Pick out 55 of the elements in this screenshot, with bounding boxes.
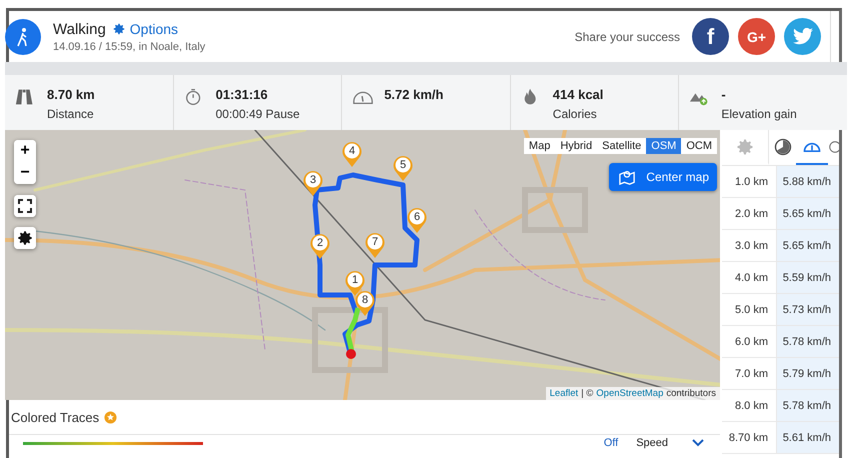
chevron-down-icon <box>692 439 704 447</box>
share-label: Share your success <box>574 30 680 44</box>
options-link[interactable]: Options <box>112 21 178 37</box>
split-speed: 5.78 km/h <box>777 390 839 421</box>
facebook-share-button[interactable]: f <box>692 18 729 55</box>
stat-value: 8.70 km <box>47 87 95 102</box>
center-map-button[interactable]: Center map <box>609 163 717 191</box>
fullscreen-icon <box>18 199 32 213</box>
off-toggle[interactable]: Off <box>604 437 618 449</box>
route-marker[interactable]: 2 <box>310 233 330 259</box>
stat-label: Calories <box>552 107 598 121</box>
stat-value: 01:31:16 <box>216 87 269 102</box>
attribution-text: contributors <box>666 388 716 399</box>
split-speed: 5.61 km/h <box>777 422 839 453</box>
pace-icon <box>772 136 792 156</box>
fullscreen-button[interactable] <box>14 195 36 217</box>
settings-icon <box>16 229 34 247</box>
stat-label: 00:00:49 Pause <box>216 107 300 121</box>
leaflet-link[interactable]: Leaflet <box>550 388 578 399</box>
split-speed: 5.88 km/h <box>777 166 839 197</box>
split-speed: 5.79 km/h <box>777 358 839 389</box>
split-speed: 5.65 km/h <box>777 230 839 261</box>
zoom-out-button[interactable]: − <box>14 162 36 184</box>
activity-date-location: 14.09.16 / 15:59, in Noale, Italy <box>53 40 206 52</box>
route-marker[interactable]: 1 <box>345 270 365 296</box>
stat-value: 5.72 km/h <box>384 87 444 102</box>
twitter-share-button[interactable] <box>784 18 821 55</box>
openstreetmap-link[interactable]: OpenStreetMap <box>596 388 664 399</box>
route-marker[interactable]: 6 <box>407 207 427 233</box>
activity-title: Walking <box>53 20 106 38</box>
stat-value: 414 kcal <box>552 87 604 102</box>
split-speed: 5.78 km/h <box>777 326 839 357</box>
start-point <box>346 349 356 359</box>
route-marker[interactable]: 4 <box>342 141 362 167</box>
settings-button[interactable] <box>14 227 36 249</box>
split-speed: 5.59 km/h <box>777 262 839 293</box>
gear-icon <box>112 22 126 36</box>
settings-icon <box>735 136 755 156</box>
split-speed: 5.65 km/h <box>777 198 839 229</box>
route-marker[interactable]: 5 <box>393 155 413 181</box>
route-marker[interactable]: 8 <box>355 290 375 316</box>
stat-label: Distance <box>47 107 95 121</box>
map-pin-icon <box>617 169 638 185</box>
split-speed: 5.73 km/h <box>777 294 839 325</box>
section-title: Colored Traces <box>11 410 100 424</box>
stat-label: Elevation gain <box>721 107 797 121</box>
zoom-in-button[interactable]: + <box>14 140 36 162</box>
trace-mode-label: Speed <box>636 437 668 449</box>
google-share-button[interactable]: G+ <box>738 18 775 55</box>
map-layer-tab[interactable]: OSM <box>646 138 682 154</box>
route-marker[interactable]: 7 <box>365 232 385 258</box>
stat-value: - <box>721 87 727 102</box>
attribution-text: | © <box>581 388 594 399</box>
bird-icon <box>792 28 812 45</box>
route-marker[interactable]: 3 <box>303 170 323 196</box>
